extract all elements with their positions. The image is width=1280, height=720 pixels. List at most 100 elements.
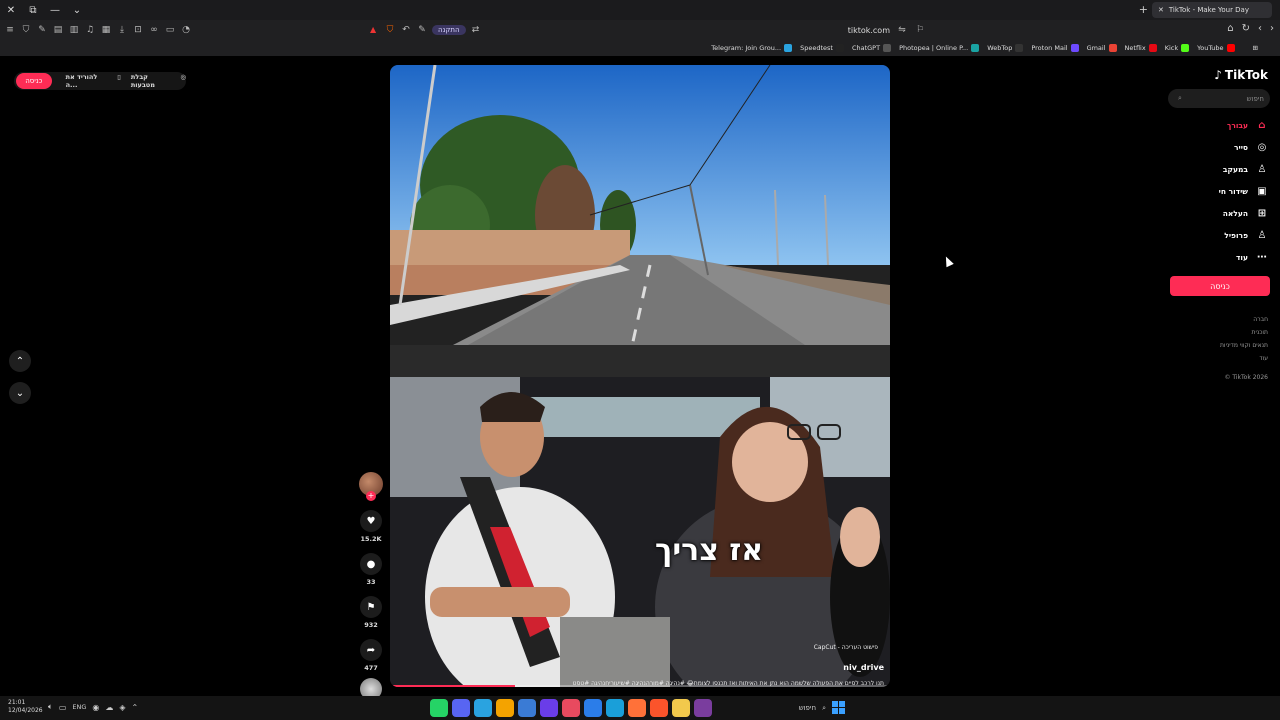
bookmark-item[interactable]: Proton Mail bbox=[1031, 44, 1079, 52]
chat-icon[interactable]: ◔ bbox=[180, 24, 192, 36]
network-icon[interactable]: ▭ bbox=[59, 703, 67, 712]
discord-icon[interactable] bbox=[452, 699, 470, 717]
sidebar-item-live[interactable]: שידור חי ▣ bbox=[1219, 184, 1268, 198]
bookmark-item[interactable]: Speedtest bbox=[800, 44, 844, 52]
bookmark-item[interactable]: Kick bbox=[1165, 44, 1190, 52]
language-indicator[interactable]: ENG bbox=[72, 703, 86, 711]
bookmark-item[interactable]: ChatGPT bbox=[852, 44, 892, 52]
sidebar-footer: חברה תוכנית תנאים וקווי מדיניות עוד © TikTok… bbox=[1220, 316, 1268, 381]
clock[interactable]: 21:01 12/04/2026 bbox=[8, 699, 43, 715]
app-icon[interactable] bbox=[496, 699, 514, 717]
warning-icon[interactable]: ▲ bbox=[370, 25, 380, 35]
bookmark-item[interactable]: Photopea | Online P... bbox=[899, 44, 980, 52]
tray-chevron-icon[interactable]: ⌃ bbox=[132, 703, 139, 712]
telegram-icon[interactable] bbox=[474, 699, 492, 717]
follow-plus-icon[interactable]: + bbox=[366, 491, 376, 501]
share-icon[interactable]: ➦ bbox=[360, 639, 382, 661]
close-window-icon[interactable]: ✕ bbox=[0, 0, 22, 20]
capcut-label[interactable]: CapCut - פישוט העריכה bbox=[814, 644, 878, 651]
tabs-icon[interactable]: ▤ bbox=[52, 24, 64, 36]
tab-close-icon[interactable]: ✕ bbox=[1158, 6, 1164, 14]
brave-shield-icon[interactable]: ⛉ bbox=[384, 24, 396, 36]
footer-link[interactable]: © TikTok 2026 bbox=[1225, 374, 1269, 381]
download-icon[interactable]: ⤓ bbox=[116, 24, 128, 36]
search-icon[interactable]: ⌕ bbox=[1178, 94, 1182, 103]
vscode-icon[interactable] bbox=[518, 699, 536, 717]
video-player[interactable]: אז צריך CapCut - פישוט העריכה niv_drive … bbox=[390, 65, 890, 687]
bookmark-item[interactable]: YouTube bbox=[1197, 44, 1235, 52]
install-pill[interactable]: התקנה bbox=[432, 25, 466, 35]
tab-tiktok[interactable]: ✕ TikTok - Make Your Day bbox=[1152, 2, 1272, 18]
bookmark-item[interactable]: Gmail bbox=[1087, 44, 1117, 52]
download-app-link[interactable]: להוריד את ה... bbox=[66, 73, 108, 89]
restore-window-icon[interactable]: ⧉ bbox=[22, 0, 44, 20]
shield-icon[interactable]: ⛉ bbox=[20, 24, 32, 36]
firefox-icon[interactable] bbox=[628, 699, 646, 717]
new-tab-button[interactable]: + bbox=[1139, 3, 1148, 16]
get-coins-link[interactable]: קבלת מטבעות bbox=[131, 73, 171, 89]
back-nav-icon[interactable]: ‹ bbox=[1258, 23, 1262, 34]
comment-icon[interactable]: ● bbox=[360, 553, 382, 575]
cloud-icon[interactable]: ☁ bbox=[105, 703, 113, 712]
back-icon[interactable]: ↶ bbox=[400, 24, 412, 36]
sidebar-item-following[interactable]: במעקב ♙ bbox=[1219, 162, 1268, 176]
tray-app-icon[interactable]: ◈ bbox=[119, 703, 125, 712]
folder-icon[interactable] bbox=[672, 699, 690, 717]
sidebar-icon[interactable]: ▥ bbox=[68, 24, 80, 36]
bookmark-item[interactable]: Telegram: Join Grou... bbox=[711, 44, 793, 52]
footer-link[interactable]: עוד bbox=[1259, 355, 1268, 362]
translate-icon[interactable]: ⇄ bbox=[470, 24, 482, 36]
video-username[interactable]: niv_drive bbox=[843, 663, 884, 672]
bookmark-item[interactable]: Netflix bbox=[1125, 44, 1157, 52]
login-button-small[interactable]: כניסה bbox=[16, 73, 52, 89]
bookmark-item[interactable]: WebTop bbox=[987, 44, 1024, 52]
bookmarks-overflow-icon[interactable]: ⊞ bbox=[1253, 44, 1258, 52]
window-icon[interactable]: ▭ bbox=[164, 24, 176, 36]
reader-icon[interactable]: ⇋ bbox=[896, 24, 908, 36]
volume-icon[interactable]: 🔈︎ bbox=[48, 702, 53, 712]
home-nav-icon[interactable]: ⌂ bbox=[1227, 23, 1233, 34]
music-icon[interactable]: ♫ bbox=[84, 24, 96, 36]
address-bar[interactable]: ▲ ⛉ ↶ ✎ התקנה ⇄ tiktok.com ⇋ ⚐ bbox=[370, 22, 930, 38]
link-icon[interactable]: ∞ bbox=[148, 24, 160, 36]
media-icon[interactable] bbox=[694, 699, 712, 717]
chrome-icon[interactable] bbox=[562, 699, 580, 717]
sidebar-item-home[interactable]: עבורך ⌂ bbox=[1219, 118, 1268, 132]
footer-link[interactable]: חברה bbox=[1253, 316, 1268, 323]
app-icon[interactable] bbox=[606, 699, 624, 717]
forward-nav-icon[interactable]: › bbox=[1270, 23, 1274, 34]
start-button-windows-icon[interactable] bbox=[832, 701, 845, 714]
tiktok-logo[interactable]: ♪ TikTok bbox=[1214, 68, 1268, 82]
search-input[interactable]: ⌕ חיפוש bbox=[1168, 89, 1270, 108]
next-video-button[interactable]: ⌄ bbox=[9, 382, 31, 404]
previous-video-button[interactable]: ⌃ bbox=[9, 350, 31, 372]
app-icon[interactable] bbox=[540, 699, 558, 717]
sidebar-item-profile[interactable]: פרופיל ♙ bbox=[1219, 228, 1268, 242]
whatsapp-icon[interactable] bbox=[430, 699, 448, 717]
bookmark-save-icon[interactable]: ⚑ bbox=[360, 596, 382, 618]
video-progress-bar[interactable] bbox=[390, 685, 890, 687]
bookmark-label: WebTop bbox=[987, 44, 1013, 52]
grid-icon[interactable]: ▦ bbox=[100, 24, 112, 36]
screenshot-icon[interactable]: ⊡ bbox=[132, 24, 144, 36]
extensions-icon[interactable]: ✎ bbox=[36, 24, 48, 36]
like-heart-icon[interactable]: ♥ bbox=[360, 510, 382, 532]
sidebar-item-compass[interactable]: סייר ◎ bbox=[1219, 140, 1268, 154]
menu-icon[interactable]: ≡ bbox=[4, 24, 16, 36]
minimize-window-icon[interactable]: — bbox=[44, 0, 66, 20]
sidebar-item-upload[interactable]: העלאה ⊞ bbox=[1219, 206, 1268, 220]
brave-icon[interactable] bbox=[650, 699, 668, 717]
bookmark-icon[interactable]: ⚐ bbox=[914, 24, 926, 36]
tab-list-chevron-icon[interactable]: ⌄ bbox=[66, 0, 88, 20]
footer-link[interactable]: תוכנית bbox=[1252, 329, 1268, 336]
creator-avatar[interactable]: + bbox=[359, 472, 383, 501]
url-text[interactable]: tiktok.com bbox=[848, 26, 890, 35]
login-button[interactable]: כניסה bbox=[1170, 276, 1270, 296]
footer-link[interactable]: תנאים וקווי מדיניות bbox=[1220, 342, 1268, 349]
taskbar-search[interactable]: חיפוש ⌕ bbox=[746, 700, 826, 716]
edit-icon[interactable]: ✎ bbox=[416, 24, 428, 36]
app-icon[interactable] bbox=[584, 699, 602, 717]
sidebar-item-more[interactable]: עוד ⋯ bbox=[1219, 250, 1268, 264]
reload-icon[interactable]: ↻ bbox=[1242, 23, 1250, 34]
mic-icon[interactable]: ◉ bbox=[92, 703, 99, 712]
